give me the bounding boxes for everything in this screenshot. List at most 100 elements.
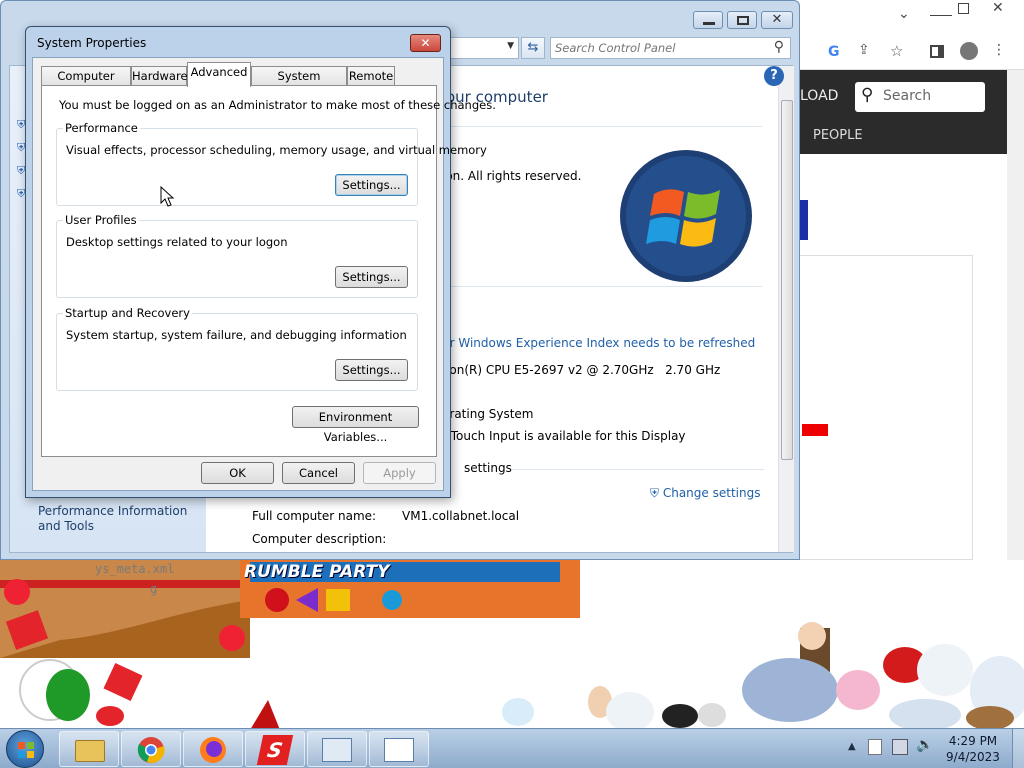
- divider: [442, 286, 762, 287]
- dialog-close-button[interactable]: ✕: [410, 34, 441, 52]
- help-icon[interactable]: ?: [764, 66, 784, 86]
- google-icon[interactable]: G: [828, 44, 840, 60]
- performance-info-link[interactable]: Performance Information and Tools: [38, 504, 204, 534]
- windows-start-icon: [18, 742, 34, 758]
- system-type-value: erating System: [442, 407, 534, 421]
- system-properties-dialog: System Properties ✕ Computer Name Hardwa…: [25, 26, 496, 498]
- close-icon[interactable]: ✕: [992, 0, 1004, 16]
- admin-note: You must be logged on as an Administrato…: [59, 98, 496, 112]
- cancel-button[interactable]: Cancel: [282, 462, 355, 484]
- user-profiles-title: User Profiles: [63, 213, 139, 227]
- firefox-icon: [200, 737, 226, 763]
- search-control-panel-box[interactable]: ⚲: [550, 37, 791, 59]
- system-properties-icon: [384, 738, 414, 762]
- user-profiles-description: Desktop settings related to your logon: [66, 235, 288, 249]
- folder-icon: [75, 740, 105, 762]
- tab-remote[interactable]: Remote: [347, 66, 395, 86]
- control-panel-scrollbar[interactable]: [778, 66, 794, 552]
- change-settings-label: Change settings: [662, 486, 761, 500]
- user-profiles-settings-button[interactable]: Settings...: [335, 266, 408, 288]
- wei-refresh-link[interactable]: ur Windows Experience Index needs to be …: [442, 336, 755, 350]
- game-s-icon: S: [256, 735, 294, 765]
- nav-people-link[interactable]: PEOPLE: [813, 128, 863, 143]
- tab-computer-name[interactable]: Computer Name: [41, 66, 131, 101]
- taskbar-system-properties-button[interactable]: [369, 731, 429, 767]
- refresh-icon: ⇆: [527, 40, 539, 55]
- minimize-icon[interactable]: [930, 2, 952, 16]
- shield-icon: ⛨: [17, 187, 26, 200]
- search-icon: ⚲: [773, 39, 784, 55]
- scroll-thumb[interactable]: [781, 100, 793, 460]
- startup-recovery-description: System startup, system failure, and debu…: [66, 328, 407, 342]
- computer-settings-heading: settings: [464, 461, 512, 475]
- processor-value: eon(R) CPU E5-2697 v2 @ 2.70GHz 2.70 GHz: [442, 363, 721, 377]
- profile-avatar-icon[interactable]: [960, 42, 978, 60]
- control-panel-icon: [322, 738, 352, 762]
- chevron-down-icon[interactable]: ⌄: [898, 6, 910, 22]
- network-icon[interactable]: [892, 739, 908, 755]
- address-bar-tail[interactable]: ▼: [441, 37, 519, 59]
- user-profiles-group: User Profiles Desktop settings related t…: [56, 213, 418, 298]
- taskbar-game-button[interactable]: S: [245, 731, 305, 767]
- site-search-box[interactable]: ⚲ Search: [855, 82, 985, 112]
- pen-touch-value: r Touch Input is available for this Disp…: [442, 429, 686, 443]
- taskbar-control-panel-button[interactable]: [307, 731, 367, 767]
- taskbar-chrome-button[interactable]: [121, 731, 181, 767]
- performance-title: Performance: [63, 121, 140, 135]
- windows-logo: [620, 150, 752, 282]
- action-center-icon[interactable]: [868, 739, 882, 755]
- page-card: [790, 255, 973, 560]
- environment-variables-button[interactable]: Environment Variables...: [292, 406, 419, 444]
- refresh-button[interactable]: ⇆: [521, 37, 545, 59]
- bookmark-star-icon[interactable]: ☆: [890, 42, 903, 60]
- search-input[interactable]: [555, 40, 765, 56]
- dialog-body: Computer Name Hardware Advanced System P…: [32, 57, 496, 491]
- tab-system-protection[interactable]: System Protection: [251, 66, 347, 101]
- start-button[interactable]: [6, 730, 44, 768]
- maximize-icon: [737, 16, 749, 25]
- performance-settings-button[interactable]: Settings...: [335, 174, 408, 196]
- cp-minimize-button[interactable]: [693, 11, 723, 29]
- taskbar: S ▲ 🔈 4:29 PM 9/4/2023: [0, 728, 1024, 768]
- shield-icon: ⛨: [17, 164, 26, 177]
- nav-download-link[interactable]: LOAD: [800, 88, 838, 104]
- computer-description-label: Computer description:: [252, 532, 387, 546]
- performance-group: Performance Visual effects, processor sc…: [56, 121, 487, 206]
- restore-icon[interactable]: [958, 3, 969, 14]
- tab-hardware[interactable]: Hardware: [131, 66, 188, 86]
- address-dropdown-icon[interactable]: ▼: [507, 41, 514, 51]
- dialog-title: System Properties: [37, 36, 147, 50]
- mouse-cursor-icon: [160, 186, 175, 207]
- share-icon[interactable]: ⇪: [858, 42, 870, 58]
- shield-icon: ⛨: [17, 141, 26, 154]
- show-desktop-button[interactable]: [1012, 729, 1024, 768]
- desktop-background: ys_meta.xml g RUMBLE PARTY: [0, 540, 1024, 730]
- tab-advanced[interactable]: Advanced: [187, 62, 251, 87]
- more-menu-icon[interactable]: ⋮: [992, 42, 1006, 58]
- tray-expand-icon[interactable]: ▲: [848, 741, 856, 752]
- minimize-icon: [703, 22, 715, 25]
- ok-button[interactable]: OK: [201, 462, 274, 484]
- computer-name-label: Full computer name:: [252, 509, 377, 523]
- volume-muted-icon[interactable]: 🔈: [916, 737, 933, 753]
- browser-toolbar: ⌄ ✕ G ⇪ ☆ ⋮: [790, 0, 1024, 70]
- sidebar-icon[interactable]: [930, 45, 944, 58]
- divider: [442, 126, 762, 127]
- startup-recovery-group: Startup and Recovery System startup, sys…: [56, 306, 418, 391]
- browser-scrollbar[interactable]: [1007, 70, 1024, 560]
- divider: [512, 469, 764, 470]
- clock-time[interactable]: 4:29 PM: [940, 734, 1006, 748]
- cp-close-button[interactable]: ✕: [761, 11, 793, 29]
- browser-window: ⌄ ✕ G ⇪ ☆ ⋮ LOAD ⚲ Search PEOPLE: [790, 0, 1024, 560]
- apply-button[interactable]: Apply: [363, 462, 436, 484]
- background-file-name-2: g: [150, 582, 158, 596]
- change-settings-link[interactable]: ⛨ Change settings: [650, 486, 760, 501]
- taskbar-explorer-button[interactable]: [59, 731, 119, 767]
- advanced-tab-page: You must be logged on as an Administrato…: [41, 85, 496, 457]
- copyright-text: ion. All rights reserved.: [442, 169, 582, 183]
- clock-date[interactable]: 9/4/2023: [940, 750, 1006, 764]
- cp-maximize-button[interactable]: [727, 11, 757, 29]
- startup-recovery-settings-button[interactable]: Settings...: [335, 359, 408, 381]
- taskbar-firefox-button[interactable]: [183, 731, 243, 767]
- game-title: RUMBLE PARTY: [244, 562, 390, 582]
